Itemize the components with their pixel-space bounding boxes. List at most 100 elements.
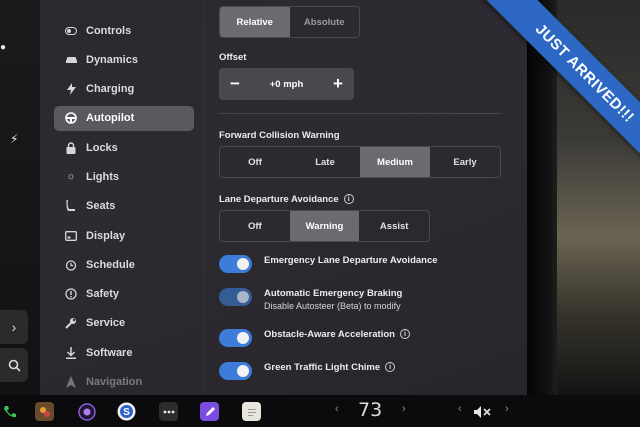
- lightning-icon: [64, 82, 78, 96]
- sidebar-item-charging[interactable]: Charging: [54, 77, 194, 102]
- speed-mode-relative[interactable]: Relative: [220, 7, 290, 37]
- green-traffic-light-chime-toggle[interactable]: [219, 362, 252, 380]
- toggle-knob: [237, 332, 249, 344]
- app-s-icon[interactable]: S: [117, 402, 136, 421]
- speed-mode-selector: Relative Absolute: [219, 6, 360, 38]
- green-traffic-light-chime-label: Green Traffic Light Chime i: [264, 362, 396, 373]
- obstacle-aware-acceleration-toggle[interactable]: [219, 329, 252, 347]
- alarm-clock-icon: [64, 258, 78, 272]
- car-icon: [64, 53, 78, 67]
- sidebar-item-display[interactable]: Display: [54, 223, 194, 248]
- sidebar-item-lights[interactable]: ☼ Lights: [54, 164, 194, 189]
- seat-icon: [64, 199, 78, 213]
- automatic-emergency-braking-sublabel: Disable Autosteer (Beta) to modify: [264, 301, 401, 311]
- sun-icon: ☼: [66, 171, 76, 183]
- toybox-icon[interactable]: [35, 402, 54, 421]
- sidebar-item-controls[interactable]: Controls: [54, 18, 194, 43]
- sidebar-item-label: Locks: [86, 141, 118, 154]
- mute-icon[interactable]: [472, 402, 491, 421]
- decrement-button[interactable]: −: [227, 74, 243, 94]
- download-icon: [64, 346, 78, 360]
- camera-icon[interactable]: [77, 402, 96, 421]
- sidebar-item-label: Software: [86, 346, 133, 359]
- phone-icon[interactable]: [0, 402, 19, 421]
- lda-option-off[interactable]: Off: [220, 211, 290, 241]
- sidebar-item-label: Dynamics: [86, 53, 138, 66]
- speed-mode-absolute[interactable]: Absolute: [290, 7, 360, 37]
- sidebar-item-service[interactable]: Service: [54, 311, 194, 336]
- wrench-icon: [64, 316, 78, 330]
- emergency-lane-departure-row: Emergency Lane Departure Avoidance: [219, 255, 501, 279]
- fcw-option-off[interactable]: Off: [220, 147, 290, 177]
- sidebar-item-schedule[interactable]: Schedule: [54, 252, 194, 277]
- sidebar-item-dynamics[interactable]: Dynamics: [54, 47, 194, 72]
- automatic-emergency-braking-row: Automatic Emergency Braking Disable Auto…: [219, 288, 501, 318]
- automatic-emergency-braking-toggle: [219, 288, 252, 306]
- forward-collision-warning-label: Forward Collision Warning: [219, 130, 340, 141]
- toggle-knob: [237, 365, 249, 377]
- sidebar-item-label: Charging: [86, 83, 135, 96]
- notes-icon[interactable]: [200, 402, 219, 421]
- lda-option-warning[interactable]: Warning: [289, 211, 360, 241]
- sidebar-item-locks[interactable]: Locks: [54, 135, 194, 160]
- search-button[interactable]: [0, 348, 28, 382]
- obstacle-aware-acceleration-label: Obstacle-Aware Acceleration i: [264, 329, 410, 340]
- lane-departure-avoidance-selector: Off Warning Assist: [219, 210, 430, 242]
- sidebar-item-label: Schedule: [86, 258, 135, 271]
- obstacle-aware-acceleration-row: Obstacle-Aware Acceleration i: [219, 329, 501, 353]
- info-circle-icon: [64, 287, 78, 301]
- info-icon[interactable]: i: [399, 329, 410, 340]
- sidebar-item-label: Navigation: [86, 376, 143, 389]
- obstacle-aware-text: Obstacle-Aware Acceleration: [264, 329, 395, 340]
- info-icon[interactable]: i: [343, 194, 354, 205]
- info-icon[interactable]: i: [385, 362, 396, 373]
- fcw-option-medium[interactable]: Medium: [360, 147, 430, 177]
- calendar-icon[interactable]: [242, 402, 261, 421]
- sidebar-item-label: Display: [86, 229, 126, 242]
- offset-label: Offset: [219, 52, 247, 63]
- navigation-arrow-icon: [64, 375, 78, 389]
- lane-departure-avoidance-text: Lane Departure Avoidance: [219, 194, 339, 205]
- forward-collision-warning-selector: Off Late Medium Early: [219, 146, 501, 178]
- taskbar: S ‹ 73 › ‹ ›: [0, 395, 640, 427]
- settings-sidebar: Controls Dynamics Charging Autopilot Loc…: [54, 18, 194, 395]
- sidebar-item-software[interactable]: Software: [54, 340, 194, 365]
- automatic-emergency-braking-label: Automatic Emergency Braking: [264, 288, 403, 299]
- expand-chevron-button[interactable]: ›: [0, 310, 28, 344]
- lane-departure-avoidance-label: Lane Departure Avoidance i: [219, 194, 354, 205]
- toggle-knob: [237, 258, 249, 270]
- sidebar-item-navigation[interactable]: Navigation: [54, 370, 194, 395]
- lock-icon: [64, 141, 78, 155]
- more-apps-icon[interactable]: [159, 402, 178, 421]
- sidebar-item-label: Safety: [86, 288, 120, 301]
- temperature-value: 73: [358, 399, 383, 421]
- settings-screen: Controls Dynamics Charging Autopilot Loc…: [40, 0, 527, 395]
- svg-text:S: S: [123, 407, 130, 418]
- sidebar-item-label: Controls: [86, 24, 132, 37]
- toggle-icon: [64, 24, 78, 38]
- sidebar-item-autopilot[interactable]: Autopilot: [54, 105, 194, 131]
- green-chime-text: Green Traffic Light Chime: [264, 362, 381, 373]
- volume-up-arrow[interactable]: ›: [505, 403, 509, 415]
- volume-down-arrow[interactable]: ‹: [458, 403, 462, 415]
- search-icon: [8, 359, 21, 372]
- sidebar-item-seats[interactable]: Seats: [54, 194, 194, 219]
- lda-option-assist[interactable]: Assist: [359, 211, 429, 241]
- fcw-option-late[interactable]: Late: [290, 147, 360, 177]
- edge-fragment: ●: [0, 42, 7, 53]
- sidebar-item-safety[interactable]: Safety: [54, 282, 194, 307]
- sidebar-item-label: Seats: [86, 200, 116, 213]
- section-divider: [219, 113, 501, 114]
- sidebar-item-label: Service: [86, 317, 126, 330]
- temp-down-arrow[interactable]: ‹: [335, 403, 339, 415]
- sidebar-item-label: Lights: [86, 170, 119, 183]
- emergency-lane-departure-label: Emergency Lane Departure Avoidance: [264, 255, 438, 266]
- emergency-lane-departure-toggle[interactable]: [219, 255, 252, 273]
- increment-button[interactable]: +: [330, 74, 346, 94]
- offset-stepper: − +0 mph +: [219, 68, 354, 100]
- steering-wheel-icon: [64, 111, 78, 125]
- offset-value: +0 mph: [269, 78, 304, 90]
- display-icon: [64, 229, 78, 243]
- temp-up-arrow[interactable]: ›: [402, 403, 406, 415]
- fcw-option-early[interactable]: Early: [430, 147, 500, 177]
